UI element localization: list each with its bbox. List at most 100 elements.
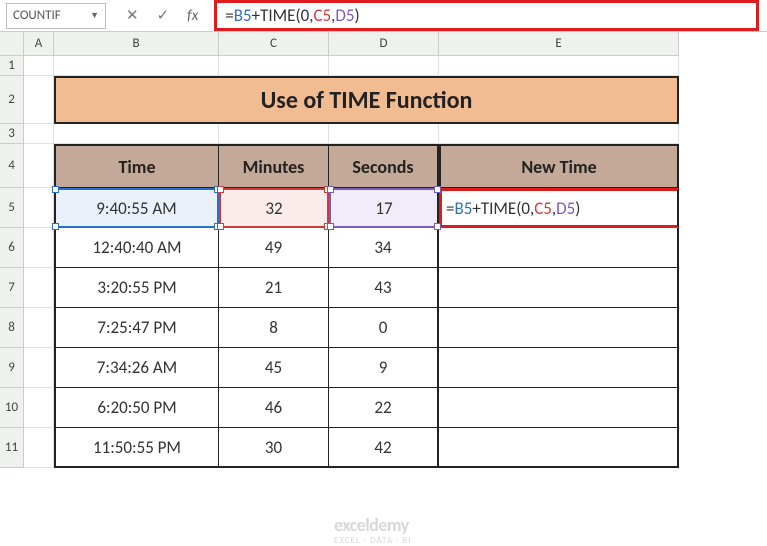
cell-e8[interactable] [439,308,679,348]
fc-eq: = [446,198,454,219]
row-header-8[interactable]: 8 [0,308,24,348]
row-header-7[interactable]: 7 [0,268,24,308]
cell-b6[interactable]: 12:40:40 AM [54,228,219,268]
enter-icon[interactable]: ✓ [157,6,170,25]
cell-d10[interactable]: 22 [329,388,439,428]
selection-handle[interactable] [52,223,59,230]
col-header-b[interactable]: B [54,32,219,56]
cell-b11[interactable]: 11:50:55 PM [54,428,219,468]
cell-a9[interactable] [24,348,54,388]
col-header-e[interactable]: E [439,32,679,56]
row-headers: 1 2 3 4 5 6 7 8 9 10 11 [0,32,24,524]
formula-text-1: +TIME(0, [252,5,314,26]
cell-c9[interactable]: 45 [219,348,329,388]
header-time[interactable]: Time [54,144,219,188]
col-header-c[interactable]: C [219,32,329,56]
row-header-10[interactable]: 10 [0,388,24,428]
formula-eq: = [225,5,233,26]
formula-text-3: ) [354,5,359,26]
row-header-2[interactable]: 2 [0,76,24,124]
cell-a2[interactable] [24,76,54,124]
cell-a8[interactable] [24,308,54,348]
cell-a4[interactable] [24,144,54,188]
cell-d1[interactable] [329,56,439,76]
name-box[interactable]: COUNTIF ▼ [6,3,106,29]
selection-handle[interactable] [434,223,441,230]
col-header-d[interactable]: D [329,32,439,56]
selection-handle[interactable] [327,186,334,193]
cell-e9[interactable] [439,348,679,388]
cell-d3[interactable] [329,124,439,144]
formula-ref-c5: C5 [313,5,331,26]
cell-b1[interactable] [54,56,219,76]
fx-icon[interactable]: fx [187,7,198,25]
cell-e11[interactable] [439,428,679,468]
cell-c5[interactable]: 32 [219,188,329,228]
selection-handle[interactable] [52,186,59,193]
cell-b5[interactable]: 9:40:55 AM [54,188,219,228]
cell-c7[interactable]: 21 [219,268,329,308]
cell-a11[interactable] [24,428,54,468]
cell-d6[interactable]: 34 [329,228,439,268]
header-seconds[interactable]: Seconds [329,144,439,188]
fc-b5: B5 [454,198,472,219]
selection-handle[interactable] [217,223,224,230]
cell-d9[interactable]: 9 [329,348,439,388]
cell-e6[interactable] [439,228,679,268]
cell-a1[interactable] [24,56,54,76]
selection-handle[interactable] [217,186,224,193]
select-all-corner[interactable] [0,32,24,56]
cell-d7[interactable]: 43 [329,268,439,308]
watermark: exceldemy EXCEL · DATA · BI [334,516,411,546]
cell-c6[interactable]: 49 [219,228,329,268]
cell-d8[interactable]: 0 [329,308,439,348]
row-header-1[interactable]: 1 [0,56,24,76]
cell-b8[interactable]: 7:25:47 PM [54,308,219,348]
col-header-a[interactable]: A [24,32,54,56]
selection-handle[interactable] [327,223,334,230]
formula-input[interactable]: =B5+TIME(0,C5,D5) [214,0,759,31]
cell-c1[interactable] [219,56,329,76]
cell-a5[interactable] [24,188,54,228]
chevron-down-icon[interactable]: ▼ [90,10,99,21]
spreadsheet-grid: 1 2 3 4 5 6 7 8 9 10 11 A B C D E [0,32,767,524]
cell-d5[interactable]: 17 [329,188,439,228]
cell-c11[interactable]: 30 [219,428,329,468]
header-minutes[interactable]: Minutes [219,144,329,188]
formula-ref-b5: B5 [234,5,252,26]
cell-a6[interactable] [24,228,54,268]
row-header-6[interactable]: 6 [0,228,24,268]
cell-e10[interactable] [439,388,679,428]
cell-b7[interactable]: 3:20:55 PM [54,268,219,308]
cell-d11[interactable]: 42 [329,428,439,468]
cell-c10[interactable]: 46 [219,388,329,428]
cancel-icon[interactable]: ✕ [126,6,139,25]
row-header-4[interactable]: 4 [0,144,24,188]
selection-handle[interactable] [434,186,441,193]
fc-t3: ) [575,198,580,219]
column-headers: A B C D E [24,32,767,56]
formula-bar-icons: ✕ ✓ fx [110,6,214,25]
cell-e7[interactable] [439,268,679,308]
cell-e3[interactable] [439,124,679,144]
cell-c3[interactable] [219,124,329,144]
cells-area[interactable]: Use of TIME Function Time Minutes Second… [24,56,767,468]
cell-a3[interactable] [24,124,54,144]
cell-b9[interactable]: 7:34:26 AM [54,348,219,388]
row-header-9[interactable]: 9 [0,348,24,388]
cell-b3[interactable] [54,124,219,144]
row-header-11[interactable]: 11 [0,428,24,468]
cell-e1[interactable] [439,56,679,76]
watermark-line2: EXCEL · DATA · BI [334,536,411,546]
cell-e5[interactable]: =B5+TIME(0,C5,D5) [439,188,679,228]
formula-bar: COUNTIF ▼ ✕ ✓ fx =B5+TIME(0,C5,D5) [0,0,767,32]
cell-b10[interactable]: 6:20:50 PM [54,388,219,428]
cell-a10[interactable] [24,388,54,428]
row-header-3[interactable]: 3 [0,124,24,144]
row-header-5[interactable]: 5 [0,188,24,228]
cell-a7[interactable] [24,268,54,308]
cell-c8[interactable]: 8 [219,308,329,348]
title-cell[interactable]: Use of TIME Function [54,76,679,124]
watermark-line1: exceldemy [334,516,411,536]
header-newtime[interactable]: New Time [439,144,679,188]
